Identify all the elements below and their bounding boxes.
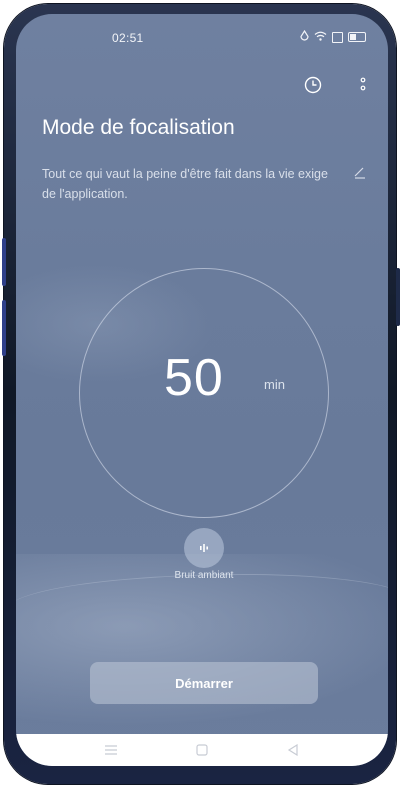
status-time: 02:51 (112, 31, 144, 45)
power-button[interactable] (396, 268, 400, 326)
top-actions (302, 74, 374, 96)
status-bar: 02:51 (16, 14, 388, 58)
motivation-quote: Tout ce qui vaut la peine d'être fait da… (42, 167, 328, 201)
wifi-icon (314, 31, 327, 44)
volume-down-button[interactable] (2, 300, 6, 356)
navigation-bar (16, 734, 388, 766)
more-vertical-icon[interactable] (352, 74, 374, 96)
clock-icon[interactable] (302, 74, 324, 96)
page-title: Mode de focalisation (42, 116, 235, 139)
sound-wave-icon (200, 544, 208, 552)
sim-icon (332, 31, 343, 43)
app-screen: 02:51 Mode de focalisation Tout ce qui v… (16, 14, 388, 766)
ambient-noise-label: Bruit ambiant (174, 570, 234, 581)
start-button[interactable]: Démarrer (90, 662, 318, 704)
edit-icon[interactable] (352, 164, 368, 180)
status-icons (300, 29, 366, 44)
timer-unit: min (264, 377, 285, 392)
back-icon[interactable] (282, 739, 304, 761)
volume-up-button[interactable] (2, 238, 6, 286)
menu-icon[interactable] (100, 739, 122, 761)
timer-value: 50 (164, 349, 224, 407)
home-icon[interactable] (191, 739, 213, 761)
data-saver-icon (300, 29, 309, 44)
ambient-noise-button[interactable] (184, 528, 224, 568)
battery-icon (348, 32, 366, 42)
